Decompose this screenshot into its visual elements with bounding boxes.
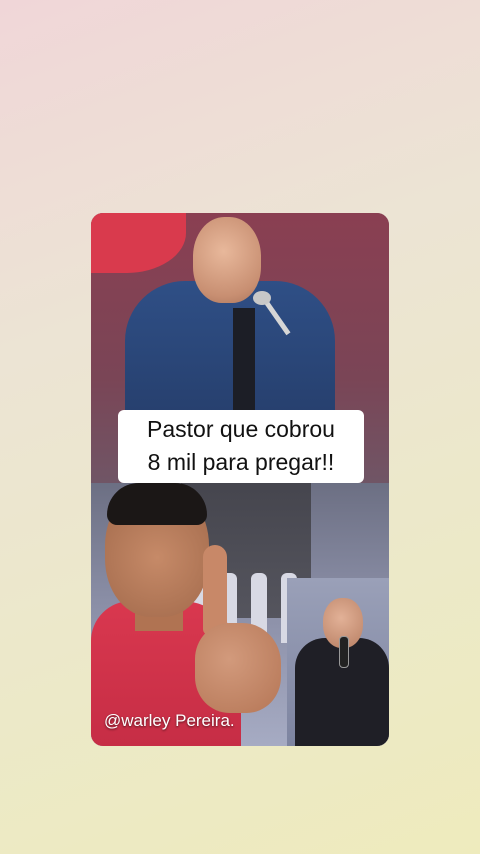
red-banner-decor	[91, 213, 186, 273]
raised-finger	[203, 545, 227, 635]
creator-hair	[107, 483, 207, 525]
video-caption: Pastor que cobrou 8 mil para pregar!!	[118, 410, 364, 483]
creator-hand	[195, 623, 281, 713]
caption-line-2: 8 mil para pregar!!	[147, 449, 335, 475]
video-card[interactable]: Pastor que cobrou 8 mil para pregar!! @w…	[91, 213, 389, 746]
preacher-head	[193, 217, 261, 303]
caption-line-1: Pastor que cobrou	[147, 416, 335, 442]
microphone-icon	[253, 291, 271, 305]
inset-microphone-icon	[339, 636, 349, 668]
creator-handle: @warley Pereira.	[104, 711, 235, 730]
preacher-tie	[233, 308, 255, 418]
inset-video-preacher	[287, 578, 389, 746]
